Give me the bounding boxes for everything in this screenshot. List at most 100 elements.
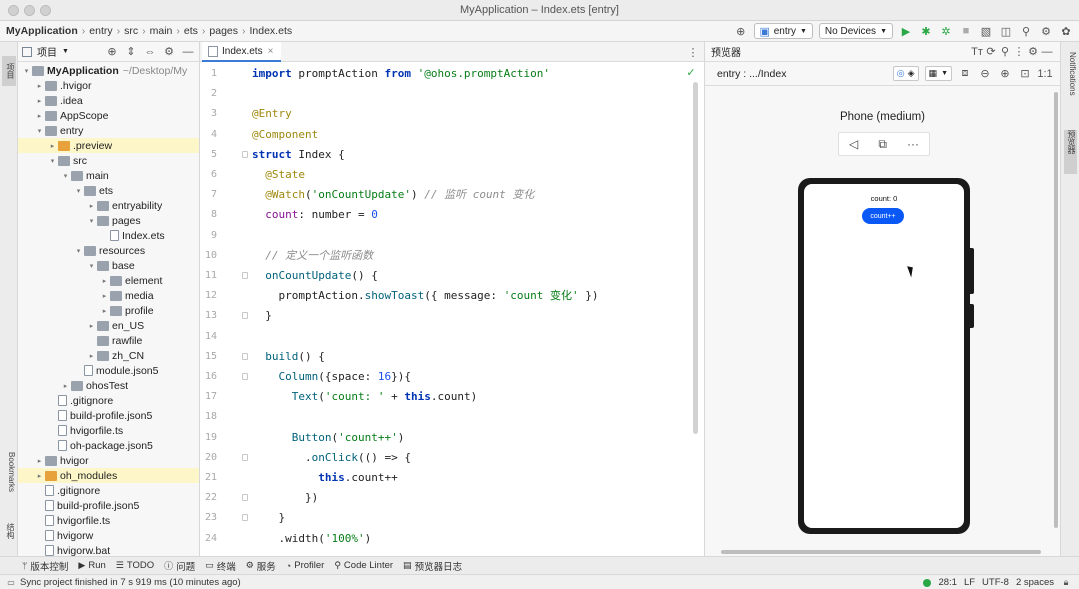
close-icon[interactable]: × xyxy=(268,46,274,57)
chevron-down-icon[interactable]: ▾ xyxy=(61,172,70,180)
gear-icon[interactable]: ⚙ xyxy=(162,45,176,59)
tool-window-button[interactable]: ◔ Profiler xyxy=(286,560,325,571)
chevron-right-icon[interactable]: ▸ xyxy=(87,202,96,210)
chevron-down-icon[interactable]: ▾ xyxy=(74,247,83,255)
previewer-horizontal-scrollbar[interactable] xyxy=(721,550,1041,554)
tree-item[interactable]: ▸ .idea xyxy=(18,93,199,108)
gear-icon[interactable]: ⚙ xyxy=(1026,45,1040,59)
code-line[interactable]: 18 xyxy=(200,407,704,427)
tree-item[interactable]: ▸ AppScope xyxy=(18,108,199,123)
chevron-right-icon[interactable]: ▸ xyxy=(100,292,109,300)
tree-item[interactable]: ▸ zh_CN xyxy=(18,348,199,363)
tree-item[interactable]: build-profile.json5 xyxy=(18,498,199,513)
tree-item[interactable]: ▾ entry xyxy=(18,123,199,138)
more-horizontal-icon[interactable]: ··· xyxy=(907,137,919,151)
tree-item[interactable]: hvigorfile.ts xyxy=(18,423,199,438)
inspector-toggle[interactable]: ◎ ◈ xyxy=(892,66,919,81)
editor-scrollbar[interactable] xyxy=(693,82,698,434)
tree-item[interactable]: build-profile.json5 xyxy=(18,408,199,423)
tool-window-button[interactable]: ⚲ Code Linter xyxy=(334,560,393,571)
zoom-in-icon[interactable]: ⊕ xyxy=(998,67,1012,81)
chevron-right-icon[interactable]: ▸ xyxy=(87,352,96,360)
chevron-right-icon[interactable]: ▸ xyxy=(100,277,109,285)
tree-item[interactable]: ▾ resources xyxy=(18,243,199,258)
tree-item[interactable]: hvigorw xyxy=(18,528,199,543)
actual-size-icon[interactable]: 1:1 xyxy=(1037,67,1052,81)
tree-item[interactable]: ▾ MyApplication ~/Desktop/My xyxy=(18,63,199,78)
run-icon[interactable]: ▶ xyxy=(899,24,913,38)
crosshair-icon[interactable]: ⊕ xyxy=(734,24,748,38)
tree-item[interactable]: .gitignore xyxy=(18,393,199,408)
tool-window-button[interactable]: ▤ 预览器日志 xyxy=(403,559,462,573)
gear-icon[interactable]: ⚙ xyxy=(1039,24,1053,38)
code-line[interactable]: 10 // 定义一个监听函数 xyxy=(200,246,704,266)
breadcrumb-item[interactable]: ets xyxy=(184,25,198,37)
tree-item[interactable]: Index.ets xyxy=(18,228,199,243)
tree-item[interactable]: oh-package.json5 xyxy=(18,438,199,453)
code-line[interactable]: 2 xyxy=(200,84,704,104)
hide-panel-icon[interactable]: — xyxy=(181,45,195,59)
breadcrumb-item[interactable]: entry xyxy=(89,25,112,37)
breadcrumb-item[interactable]: pages xyxy=(209,25,238,37)
tool-window-button[interactable]: ⚙ 服务 xyxy=(246,559,276,573)
tree-item[interactable]: ▾ main xyxy=(18,168,199,183)
tree-item[interactable]: ▸ entryability xyxy=(18,198,199,213)
chevron-down-icon[interactable]: ▼ xyxy=(62,48,69,55)
tree-item[interactable]: ▸ element xyxy=(18,273,199,288)
indent-setting[interactable]: 2 spaces xyxy=(1016,577,1054,588)
chevron-down-icon[interactable]: ▾ xyxy=(35,127,44,135)
tree-item[interactable]: hvigorfile.ts xyxy=(18,513,199,528)
stop-icon[interactable]: ■ xyxy=(959,24,973,38)
code-line[interactable]: 21 this.count++ xyxy=(200,468,704,488)
code-line[interactable]: 9 xyxy=(200,226,704,246)
code-line[interactable]: 6 @State xyxy=(200,165,704,185)
pin-icon[interactable]: ⚲ xyxy=(998,45,1012,59)
code-line[interactable]: 13 } xyxy=(200,306,704,326)
debug-icon[interactable]: ✱ xyxy=(919,24,933,38)
tree-item[interactable]: ▸ en_US xyxy=(18,318,199,333)
code-line[interactable]: 20 .onClick(() => { xyxy=(200,448,704,468)
tab-index-ets[interactable]: Index.ets × xyxy=(202,42,282,62)
tree-item[interactable]: ▸ .hvigor xyxy=(18,78,199,93)
more-vertical-icon[interactable]: ⋮ xyxy=(686,45,700,59)
breadcrumb-item[interactable]: Index.ets xyxy=(250,25,293,37)
tree-item[interactable]: ▸ ohosTest xyxy=(18,378,199,393)
tree-item[interactable]: ▾ base xyxy=(18,258,199,273)
code-line[interactable]: 16 Column({space: 16}){ xyxy=(200,367,704,387)
logo-icon[interactable]: ✿ xyxy=(1059,24,1073,38)
tree-item[interactable]: ▾ ets xyxy=(18,183,199,198)
tool-window-button[interactable]: ⓘ 问题 xyxy=(164,559,195,573)
code-line[interactable]: 14 xyxy=(200,327,704,347)
refresh-icon[interactable]: ⟳ xyxy=(984,45,998,59)
chevron-down-icon[interactable]: ▾ xyxy=(22,67,31,75)
chevron-right-icon[interactable]: ▸ xyxy=(35,472,44,480)
code-area[interactable]: ✓ 1 import promptAction from '@ohos.promp… xyxy=(200,63,704,556)
code-line[interactable]: 22 }) xyxy=(200,488,704,508)
code-line[interactable]: 17 Text('count: ' + this.count) xyxy=(200,387,704,407)
fold-marker-icon[interactable] xyxy=(242,352,248,360)
tool-window-button[interactable]: ▶ Run xyxy=(78,560,105,571)
fold-marker-icon[interactable] xyxy=(242,453,248,461)
fold-marker-icon[interactable] xyxy=(242,514,248,522)
chevron-down-icon[interactable]: ▾ xyxy=(87,217,96,225)
chevron-down-icon[interactable]: ▾ xyxy=(74,187,83,195)
code-line[interactable]: 3 @Entry xyxy=(200,104,704,124)
chevron-down-icon[interactable]: ▾ xyxy=(87,262,96,270)
code-line[interactable]: 8 count: number = 0 xyxy=(200,205,704,225)
tool-window-button[interactable]: ▭ 终端 xyxy=(205,559,236,573)
multi-device-select[interactable]: ▦ ▼ xyxy=(924,66,952,81)
code-line[interactable]: 11 onCountUpdate() { xyxy=(200,266,704,286)
file-encoding[interactable]: UTF-8 xyxy=(982,577,1009,588)
chevron-right-icon[interactable]: ▸ xyxy=(87,322,96,330)
tree-item[interactable]: ▾ pages xyxy=(18,213,199,228)
search-icon[interactable]: ⚲ xyxy=(1019,24,1033,38)
fold-marker-icon[interactable] xyxy=(242,373,248,380)
sdk-manager-icon[interactable]: ◫ xyxy=(999,24,1013,38)
fold-marker-icon[interactable] xyxy=(242,150,248,158)
crop-icon[interactable]: ⧈ xyxy=(958,67,972,81)
status-message[interactable]: Sync project finished in 7 s 919 ms (10 … xyxy=(20,577,241,588)
breadcrumb-item[interactable]: src xyxy=(124,25,138,37)
tree-item[interactable]: rawfile xyxy=(18,333,199,348)
count-increment-button[interactable]: count++ xyxy=(862,208,904,224)
fold-marker-icon[interactable] xyxy=(242,272,248,279)
